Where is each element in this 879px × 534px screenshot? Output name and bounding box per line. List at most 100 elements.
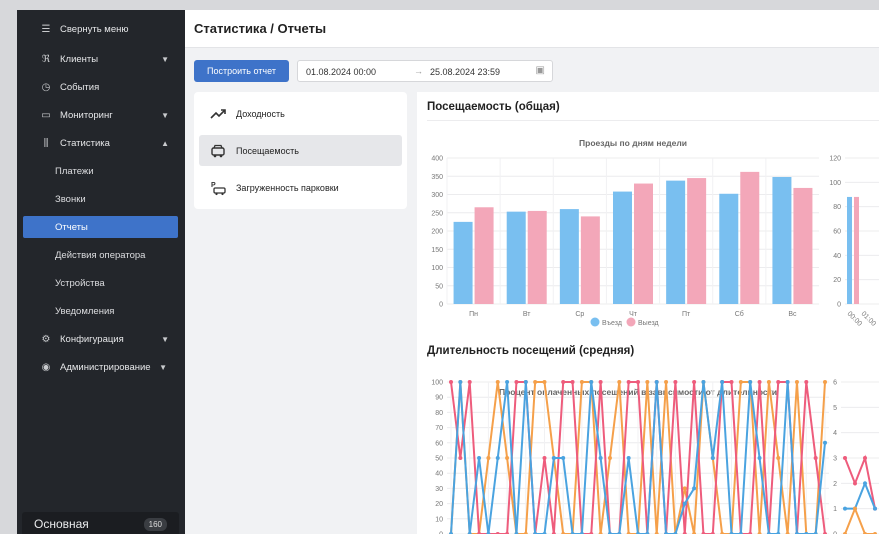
bar-exit [687,178,707,304]
page-header: Статистика / Отчеты [185,10,879,48]
bar-exit [740,171,760,304]
data-point [486,456,491,460]
data-point [863,481,867,486]
date-range-picker[interactable]: 01.08.2024 00:00 → 25.08.2024 23:59 ▣ [297,60,553,82]
date-to[interactable]: 25.08.2024 23:59 [430,67,500,77]
x-tick-label: Пт [682,311,691,318]
data-point [813,456,818,460]
y-tick-label: 40 [833,253,841,260]
report-type-menu: Доходность Посещаемость P Загруженность … [194,92,407,209]
sidebar-item-administration[interactable]: ◉ Администрирование ▼ [17,355,185,379]
sidebar-subitem-operator-actions[interactable]: Действия оператора [23,244,178,266]
sidebar-item-monitoring[interactable]: ▭ Мониторинг ▼ [17,103,185,127]
sidebar-subitem-devices[interactable]: Устройства [23,272,178,294]
y-tick-label: 5 [833,405,837,412]
data-point [673,380,678,384]
x-tick-label: Вт [523,311,531,318]
report-item-label: Посещаемость [236,145,299,156]
bar-exit [527,210,547,304]
section-title-attendance: Посещаемость (общая) [427,101,560,113]
sidebar-subitem-payments[interactable]: Платежи [23,160,178,182]
y-tick-label: 1 [833,506,837,513]
clock-icon: ◷ [41,81,51,93]
date-from[interactable]: 01.08.2024 00:00 [306,67,376,77]
section-title-duration: Длительность посещений (средняя) [427,345,635,357]
chevron-up-icon: ▲ [161,138,169,148]
chevron-down-icon: ▼ [161,334,169,344]
sidebar-item-clients[interactable]: ℜ Клиенты ▼ [17,47,185,71]
bar-entry [559,209,579,304]
y-tick-label: 300 [431,192,443,199]
sidebar-item-label: Конфигурация [60,333,124,345]
sidebar-subitem-calls[interactable]: Звонки [23,188,178,210]
sidebar-subitem-notifications[interactable]: Уведомления [23,300,178,322]
legend-swatch [590,317,600,327]
data-point [776,456,781,460]
data-point [542,380,547,384]
y-tick-label: 250 [431,210,443,217]
data-point [505,456,510,460]
data-point [823,380,827,384]
data-point [636,380,640,384]
x-tick-label: Сб [735,310,744,318]
data-point [701,380,706,384]
report-item-parking-load[interactable]: P Загруженность парковки [199,172,402,203]
data-point [523,380,528,384]
legend-swatch [626,317,636,327]
data-point [853,506,857,511]
sidebar-subitem-reports[interactable]: Отчеты [23,216,178,238]
build-report-button[interactable]: Построить отчет [194,60,289,82]
data-point [626,456,631,460]
chevron-down-icon: ▼ [159,362,167,372]
report-item-revenue[interactable]: Доходность [199,98,402,129]
y-tick-label: 40 [435,471,443,478]
y-tick-label: 2 [833,481,837,488]
attendance-charts: Проезды по дням недели050100150200250300… [431,138,879,328]
hamburger-icon: ☰ [41,23,51,35]
gear-icon: ⚙ [41,333,51,345]
y-tick-label: 3 [833,456,837,463]
data-point [514,380,519,384]
data-point [766,380,771,384]
y-tick-label: 350 [431,174,443,181]
data-point [542,456,547,460]
data-point [561,380,566,384]
y-tick-label: 4 [833,430,837,437]
data-point [710,456,715,460]
y-tick-label: 20 [435,501,443,508]
sidebar-item-events[interactable]: ◷ События [17,75,185,99]
series-line-line_orange [844,505,875,534]
sidebar-item-configuration[interactable]: ⚙ Конфигурация ▼ [17,327,185,351]
report-panel: Посещаемость (общая) Проезды по дням нед… [417,92,879,534]
page-title: Статистика / Отчеты [194,21,327,36]
data-point [794,380,799,384]
bar-exit [474,207,494,304]
bar-exit [854,196,859,304]
data-point [495,456,500,460]
data-point [843,456,847,460]
y-tick-label: 120 [829,156,841,163]
collapse-menu-button[interactable]: ☰ Свернуть меню [17,17,185,41]
trend-icon [210,108,226,119]
data-point [570,380,575,384]
bar-exit [634,183,653,304]
y-tick-label: 70 [435,425,443,432]
workspace-selector[interactable]: Основная 160 [22,512,179,534]
y-tick-label: 6 [833,380,837,387]
chevron-down-icon: ▼ [161,54,169,64]
y-tick-label: 60 [435,440,443,447]
car-icon [211,144,225,157]
bar-exit [580,216,600,304]
report-item-attendance[interactable]: Посещаемость [199,135,402,166]
y-tick-label: 150 [431,247,443,254]
data-point [682,501,687,506]
calendar-icon[interactable]: ▣ [536,65,545,76]
data-point [682,486,687,491]
sidebar-item-statistics[interactable]: ⫼ Статистика ▲ [17,131,185,155]
collapse-menu-label: Свернуть меню [60,23,129,35]
data-point [589,380,594,384]
sidebar-subitem-label: Звонки [55,193,86,205]
x-tick-label: Чт [629,311,638,318]
data-point [692,486,697,491]
sidebar: ☰ Свернуть меню ℜ Клиенты ▼ ◷ События ▭ … [17,10,185,534]
